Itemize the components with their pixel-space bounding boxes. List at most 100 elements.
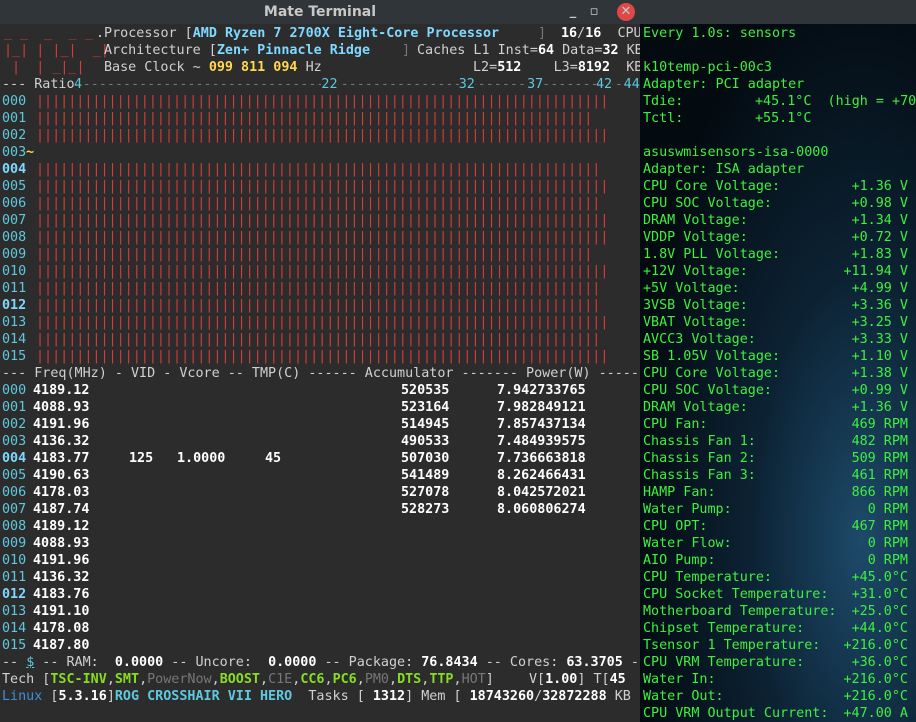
freq-cell-freq: 4191.10 [33, 604, 90, 619]
core-ratio-bar: ||||||||||||||||||||||||||||||||||||||||… [36, 128, 605, 143]
close-icon[interactable]: ✕ [617, 3, 635, 21]
title-bar[interactable]: Mate Terminal _ ▫ ✕ [0, 0, 640, 24]
ratio-tick: 44 [623, 76, 640, 93]
freq-cell-id: 002 [2, 417, 27, 432]
ratio-tick: 42 [596, 76, 613, 93]
ratio-tick: 22 [321, 76, 338, 93]
sensor-value: +216.0°C [843, 672, 909, 687]
tech-flags: TSC-INV,SMT,PowerNow,BOOST,C1E,CC6,PC6,P… [50, 672, 486, 687]
sensor-value: +1.34 V [851, 213, 908, 228]
sensor-value: +44.0°C [851, 621, 908, 636]
freq-cell-id: 011 [2, 570, 27, 585]
core-id: 005 [2, 179, 27, 194]
sensor-label: CPU Core Voltage: [643, 179, 781, 194]
sensor-label: Chassis Fan 1: [643, 434, 756, 449]
freq-cell-id: 012 [2, 587, 27, 602]
sensor-value: +4.99 V [851, 281, 908, 296]
freq-cell-power: 7.736663818 [497, 451, 586, 466]
core-ratio-bar: ||||||||||||||||||||||||||||||||||||||||… [36, 213, 605, 228]
core-id: 000 [2, 94, 27, 109]
sensor-value: 461 RPM [851, 468, 908, 483]
freq-cell-freq: 4136.32 [33, 434, 90, 449]
freq-cell-power: 7.982849121 [497, 400, 586, 415]
core-ratio-bar: ||||||||||||||||||||||||||||||||||||||||… [36, 162, 603, 177]
freq-cell-id: 009 [2, 536, 27, 551]
minimize-icon[interactable]: _ [564, 3, 582, 21]
sensor-label: Water Pump: [643, 502, 732, 517]
terminal-window[interactable]: Mate Terminal _ ▫ ✕ _ _ _ _ _ |_| | |_| … [0, 0, 640, 722]
sensor-label: CPU OPT: [643, 519, 708, 534]
sensor-value: 469 RPM [851, 417, 908, 432]
sensor-value: +216.0°C [843, 638, 909, 653]
architecture-line: Architecture [Zen+ Pinnacle Ridge [104, 43, 371, 58]
core-ratio-bar: ||||||||||||||||||||||||||||||||||||||||… [36, 230, 605, 245]
freq-cell-acc: 527078 [401, 485, 450, 500]
logo-row-2: |_| | |_| _| [4, 43, 109, 58]
sensor-label: VBAT Voltage: [643, 315, 748, 330]
core-id: 002 [2, 128, 27, 143]
freq-cell-acc: 523164 [401, 400, 450, 415]
board-name: ROG CROSSHAIR VII HERO [114, 689, 293, 704]
freq-cell-acc: 490533 [401, 434, 450, 449]
core-id: 015 [2, 349, 27, 364]
sensor-label: CPU Temperature: [643, 570, 772, 585]
freq-table-header: --- Freq(MHz) - VID - Vcore -- TMP(C) --… [2, 366, 638, 381]
task-count: 1312 [372, 689, 406, 704]
mem-total: 32872288 [542, 689, 607, 704]
freq-cell-tmp: 45 [265, 451, 282, 466]
sensor-label: 1.8V PLL Voltage: [643, 247, 781, 262]
freq-cell-freq: 4183.76 [33, 587, 90, 602]
sensor-value: +11.94 V [843, 264, 909, 279]
package-power: 76.8434 [421, 655, 478, 670]
core-id: 004 [2, 162, 27, 177]
tech-flag: SMT [114, 672, 140, 687]
sensor-value: +0.99 V [851, 383, 908, 398]
maximize-icon[interactable]: ▫ [585, 3, 603, 21]
freq-cell-freq: 4191.96 [33, 417, 90, 432]
sensors-window[interactable]: Every 1.0s: sensors k10temp-pci-00c3 Ada… [640, 0, 916, 722]
core-ratio-bar: ||||||||||||||||||||||||||||||||||||||||… [36, 298, 603, 313]
freq-cell-id: 010 [2, 553, 27, 568]
freq-cell-freq: 4190.63 [33, 468, 90, 483]
uncore-power: 0.0000 [268, 655, 317, 670]
sensor-label: CPU Socket Temperature: [643, 587, 829, 602]
k10-chip: k10temp-pci-00c3 [643, 60, 772, 75]
sensor-label: Water Out: [643, 689, 724, 704]
sensor-label: CPU Fan: [643, 417, 708, 432]
processor-bracket: ] [538, 26, 547, 41]
sensor-value: 866 RPM [851, 485, 908, 500]
tech-flag: TTP [429, 672, 454, 687]
freq-cell-vid: 125 [129, 451, 154, 466]
tech-flag: PM0 [364, 672, 389, 687]
arch-bracket: ] [402, 43, 411, 58]
sensor-value: +1.36 V [851, 179, 908, 194]
sensor-value: +1.36 V [851, 400, 908, 415]
freq-cell-id: 007 [2, 502, 27, 517]
ram-power: 0.0000 [114, 655, 164, 670]
sensor-label: +5V Voltage: [643, 281, 740, 296]
sensor-value: +25.0°C [851, 604, 908, 619]
freq-cell-freq: 4088.93 [33, 536, 90, 551]
sensor-value: 0 RPM [867, 553, 908, 568]
freq-cell-power: 7.484939575 [497, 434, 586, 449]
freq-cell-freq: 4178.08 [33, 621, 90, 636]
voltage-temp: V[1.00] T[45 [529, 672, 626, 687]
freq-cell-id: 000 [2, 383, 27, 398]
tctl-value: +55.1°C [755, 111, 812, 126]
sensor-value: 467 RPM [851, 519, 908, 534]
sensor-label: Water Flow: [643, 536, 732, 551]
kernel-version: 5.3.16 [58, 689, 107, 704]
core-ratio-bar: ||||||||||||||||||||||||||||||||||||||||… [36, 264, 605, 279]
processor-label: .Processor [ [96, 26, 193, 41]
ratio-tick: 4 [74, 76, 83, 93]
core-id: 007 [2, 213, 27, 228]
os-name: Linux [2, 689, 43, 704]
sensor-label: Chassis Fan 3: [643, 468, 756, 483]
architecture-name: Zen+ Pinnacle Ridge [216, 43, 371, 58]
tech-flag: TSC-INV [50, 672, 107, 687]
sensor-label: Motherboard Temperature: [643, 604, 837, 619]
freq-cell-freq: 4191.96 [33, 553, 90, 568]
freq-cell-id: 015 [2, 638, 27, 653]
cores-power: 63.3705 [566, 655, 623, 670]
freq-cell-id: 006 [2, 485, 27, 500]
